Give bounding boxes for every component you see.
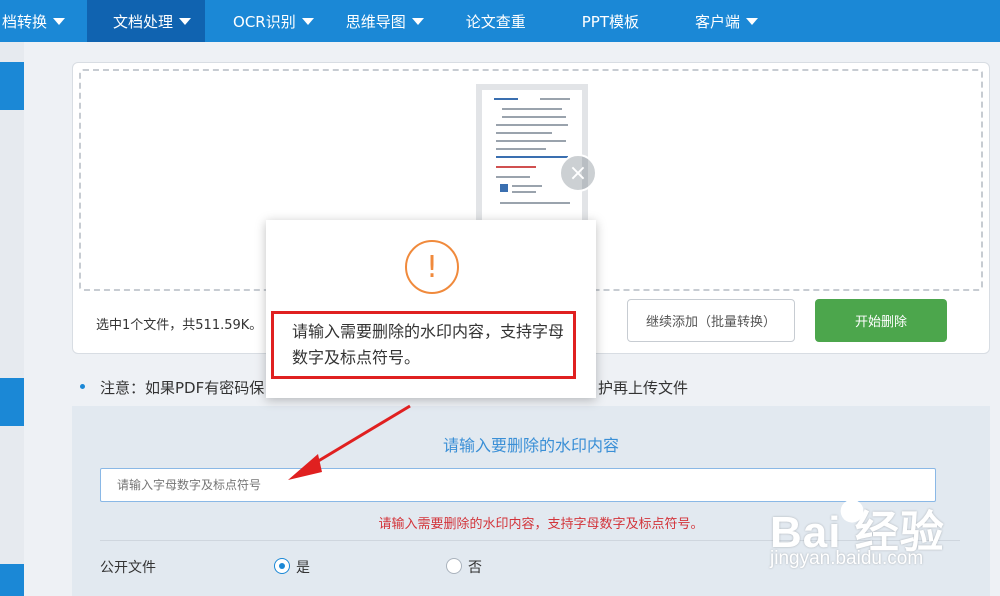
radio-public-yes[interactable]: [274, 558, 290, 574]
chevron-down-icon: [746, 17, 759, 25]
chevron-down-icon: [411, 17, 424, 25]
file-status-text: 选中1个文件，共511.59K。: [96, 318, 263, 333]
bullet-dot: [80, 384, 85, 389]
paw-icon: ●: [839, 492, 866, 527]
public-file-label: 公开文件: [100, 560, 156, 576]
nav-item-doc-processing[interactable]: 文档处理: [87, 0, 206, 42]
chevron-down-icon: [301, 17, 314, 25]
alert-dialog: ! 请输入需要删除的水印内容，支持字母数字及标点符号。: [266, 220, 596, 398]
radio-public-no[interactable]: [446, 558, 462, 574]
watermark-title: 请输入要删除的水印内容: [442, 436, 619, 455]
chevron-down-icon: [179, 17, 192, 25]
nav-item-plagiarism[interactable]: 论文查重: [452, 0, 540, 42]
highlight-box: 请输入需要删除的水印内容，支持字母数字及标点符号。: [271, 311, 576, 379]
sidebar-tab[interactable]: [0, 378, 24, 426]
warning-icon: !: [405, 240, 459, 294]
warning-glyph: !: [425, 249, 439, 285]
nav-item-doc-convert[interactable]: 档转换: [0, 0, 79, 42]
nav-label: PPT模板: [581, 12, 640, 31]
nav-label: 论文查重: [465, 12, 526, 31]
radio-label-yes: 是: [296, 560, 310, 576]
nav-label: 档转换: [2, 12, 48, 31]
sidebar-tab[interactable]: [0, 62, 24, 110]
close-icon[interactable]: ×: [559, 154, 597, 192]
baidu-jingyan-logo: Bai 经验 ● jingyan.baidu.com: [766, 484, 998, 592]
nav-item-ppt-template[interactable]: PPT模板: [568, 0, 653, 42]
remove-file-glyph: ×: [568, 160, 588, 186]
notice-text-tail: 护再上传文件: [598, 379, 689, 397]
nav-item-client[interactable]: 客户端: [681, 0, 772, 42]
continue-add-button[interactable]: 继续添加（批量转换）: [627, 299, 795, 342]
start-delete-button[interactable]: 开始删除: [815, 299, 947, 342]
nav-item-ocr[interactable]: OCR识别: [219, 0, 328, 42]
nav-label: 思维导图: [345, 12, 406, 31]
top-nav: 档转换 文档处理 OCR识别 思维导图 论文查重 PPT模板 客户端: [0, 0, 1000, 42]
notice-text: 注意：如果PDF有密码保: [100, 379, 265, 397]
left-sidebar-strip: [0, 42, 24, 596]
nav-label: OCR识别: [233, 12, 296, 31]
dialog-message: 请输入需要删除的水印内容，支持字母数字及标点符号。: [292, 322, 565, 367]
radio-label-no: 否: [468, 560, 482, 576]
sidebar-tab[interactable]: [0, 564, 24, 596]
logo-url: jingyan.baidu.com: [770, 548, 924, 569]
nav-label: 文档处理: [113, 12, 174, 31]
chevron-down-icon: [53, 17, 66, 25]
nav-label: 客户端: [695, 12, 741, 31]
nav-item-mindmap[interactable]: 思维导图: [332, 0, 438, 42]
